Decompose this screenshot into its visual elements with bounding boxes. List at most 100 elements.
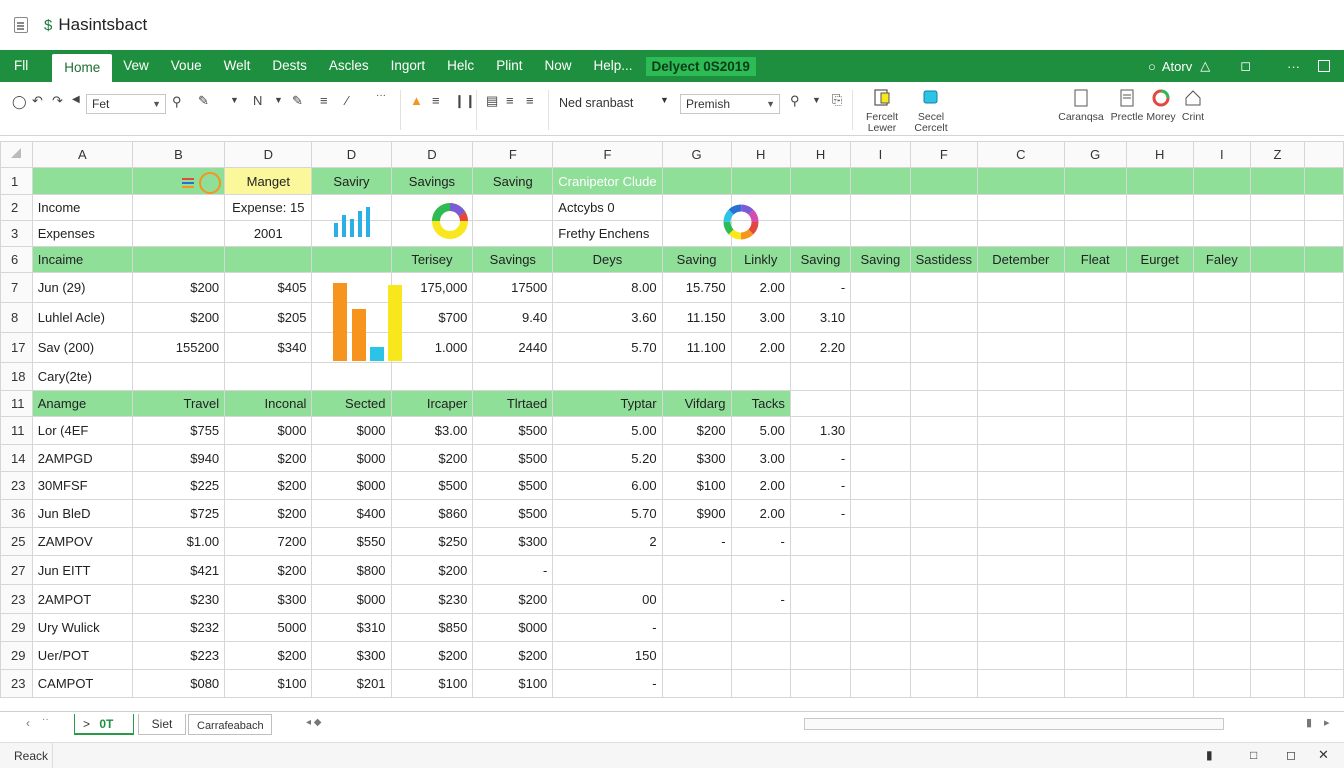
grid-cell[interactable]: 15.750 (661, 272, 732, 303)
grid-cell[interactable]: $200 (224, 444, 313, 472)
grid-cell[interactable] (977, 362, 1065, 391)
grid-cell[interactable]: 2.00 (730, 499, 791, 528)
grid-cell[interactable]: Detember (977, 246, 1065, 273)
grid-cell[interactable] (552, 362, 663, 391)
grid-cell[interactable]: - (730, 584, 791, 614)
grid-cell[interactable]: Savings (390, 167, 474, 195)
grid-cell[interactable]: $200 (224, 555, 313, 585)
grid-cell[interactable] (661, 584, 732, 614)
row-header[interactable]: 27 (0, 555, 33, 585)
grid-cell[interactable]: $725 (131, 499, 226, 528)
magnify-icon[interactable]: ⚲ (172, 94, 182, 110)
grid-cell[interactable] (730, 641, 791, 670)
grid-cell[interactable]: Cary(2te) (31, 362, 133, 391)
grid-cell[interactable] (909, 613, 979, 642)
grid-cell[interactable] (131, 194, 226, 221)
row-header[interactable]: 14 (0, 444, 33, 472)
more-icon[interactable]: ··· (376, 90, 386, 101)
grid-cell[interactable]: Expense: 15 (224, 194, 313, 221)
grid-cell[interactable]: $100 (224, 669, 313, 698)
grid-cell[interactable] (472, 194, 554, 221)
grid-cell[interactable]: Savings (472, 246, 554, 273)
grid-cell[interactable] (1125, 220, 1194, 247)
grid-cell[interactable]: $200 (131, 302, 226, 333)
row-header[interactable]: 2 (0, 194, 33, 221)
grid-cell[interactable] (789, 527, 852, 556)
grid-cell[interactable] (1192, 167, 1252, 195)
grid-cell[interactable] (850, 555, 911, 585)
select-all-corner[interactable] (0, 141, 33, 168)
grid-cell[interactable] (1250, 641, 1305, 670)
grid-cell[interactable]: $850 (390, 613, 474, 642)
grid-cell[interactable]: $000 (311, 416, 392, 445)
grid-cell[interactable]: Faley (1192, 246, 1252, 273)
scroll-left-icon[interactable]: ‹ (26, 716, 30, 730)
grid-cell[interactable]: - (789, 499, 852, 528)
column-header[interactable]: B (131, 141, 226, 168)
scroll-end-icon[interactable]: ▸ (1324, 716, 1330, 729)
grid-cell[interactable]: - (789, 272, 852, 303)
grid-cell[interactable]: Sav (200) (31, 332, 133, 363)
grid-cell[interactable] (1063, 641, 1127, 670)
grid-cell[interactable] (1063, 302, 1127, 333)
grid-cell[interactable]: $200 (224, 641, 313, 670)
grid-cell[interactable]: 3.10 (789, 302, 852, 333)
grid-cell[interactable]: 17500 (472, 272, 554, 303)
grid-cell[interactable]: 11.150 (661, 302, 732, 333)
sheet-tab-2[interactable]: Siet (138, 714, 186, 735)
grid-cell[interactable] (1063, 555, 1127, 585)
column-header[interactable]: H (789, 141, 852, 168)
grid-cell[interactable]: 1.30 (789, 416, 852, 445)
grid-cell[interactable]: $100 (390, 669, 474, 698)
grid-cell[interactable]: Saving (850, 246, 911, 273)
paste-icon[interactable]: ⎘ (832, 92, 842, 108)
grid-cell[interactable] (789, 584, 852, 614)
grid-cell[interactable] (850, 272, 911, 303)
grid-cell[interactable] (1192, 641, 1252, 670)
grid-cell[interactable]: $3.00 (390, 416, 474, 445)
grid-cell[interactable] (1125, 641, 1194, 670)
grid-cell[interactable] (1125, 444, 1194, 472)
grid-cell[interactable] (1250, 390, 1305, 417)
grid-cell[interactable]: Fleat (1063, 246, 1127, 273)
row-header[interactable]: 23 (0, 471, 33, 500)
grid-cell[interactable]: $100 (661, 471, 732, 500)
grid-cell[interactable]: $860 (390, 499, 474, 528)
grid-cell[interactable]: $080 (131, 669, 226, 698)
grid-cell[interactable] (850, 332, 911, 363)
grid-cell[interactable] (977, 390, 1065, 417)
row-header[interactable]: 11 (0, 390, 33, 417)
grid-cell[interactable] (850, 527, 911, 556)
chevron-down-icon[interactable]: ▼ (660, 95, 669, 105)
grid-cell[interactable]: 5.00 (730, 416, 791, 445)
grid-cell[interactable] (472, 362, 554, 391)
grid-cell[interactable] (1250, 499, 1305, 528)
grid-cell[interactable] (1250, 669, 1305, 698)
grid-cell[interactable]: $340 (224, 332, 313, 363)
menu-import[interactable]: Ingort (380, 50, 437, 82)
column-header[interactable]: F (552, 141, 663, 168)
grid-cell[interactable]: 3.60 (552, 302, 663, 333)
grid-cell[interactable] (661, 669, 732, 698)
grid-cell[interactable]: 2.20 (789, 332, 852, 363)
column-header[interactable]: C (977, 141, 1065, 168)
bold-icon[interactable]: N (253, 93, 262, 108)
row-header[interactable]: 23 (0, 669, 33, 698)
grid-cell[interactable]: Saviry (311, 167, 392, 195)
align-right-icon[interactable]: ≡ (526, 93, 534, 108)
column-header[interactable]: F (909, 141, 979, 168)
chevron-down-icon[interactable]: ▼ (274, 95, 283, 105)
grid-cell[interactable] (850, 499, 911, 528)
grid-cell[interactable] (850, 416, 911, 445)
grid-cell[interactable]: Frethy Enchens (552, 220, 663, 247)
grid-cell[interactable] (789, 613, 852, 642)
grid-cell[interactable] (1125, 527, 1194, 556)
grid-cell[interactable] (1125, 362, 1194, 391)
grid-cell[interactable] (789, 555, 852, 585)
arrow-left-icon[interactable]: ◀ (72, 94, 80, 105)
grid-cell[interactable] (1192, 220, 1252, 247)
grid-cell[interactable] (472, 220, 554, 247)
grid-cell[interactable]: $000 (472, 613, 554, 642)
grid-cell[interactable]: $000 (311, 584, 392, 614)
grid-cell[interactable] (1192, 555, 1252, 585)
